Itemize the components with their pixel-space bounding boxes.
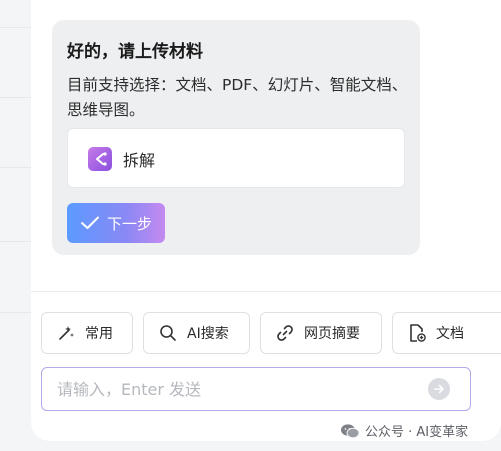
tool-label: AI搜索: [187, 326, 229, 342]
message-description: 目前支持选择：文档、PDF、幻灯片、智能文档、思维导图。: [67, 76, 408, 119]
chat-input[interactable]: [42, 368, 422, 410]
tool-label: 文档: [436, 326, 464, 342]
option-disassemble[interactable]: 拆解: [67, 128, 405, 188]
wechat-icon: [341, 423, 360, 438]
panel-divider: [31, 291, 501, 292]
assistant-message-card: 好的，请上传材料 目前支持选择：文档、PDF、幻灯片、智能文档、思维导图。 拆解…: [52, 20, 420, 255]
tool-common[interactable]: 常用: [41, 312, 133, 354]
document-add-icon: [410, 324, 426, 342]
arrow-right-icon: [434, 384, 444, 394]
magic-wand-icon: [59, 326, 74, 340]
tool-label: 常用: [85, 326, 113, 342]
send-button[interactable]: [428, 378, 450, 400]
watermark: 公众号 · AI变革家: [340, 421, 468, 440]
link-icon: [277, 325, 293, 341]
tool-web-summary[interactable]: 网页摘要: [260, 312, 382, 354]
tool-document[interactable]: 文档: [392, 312, 501, 354]
message-title: 好的，请上传材料: [67, 42, 203, 62]
tool-bar: 常用 AI搜索 网页摘要 文档: [41, 312, 501, 354]
checkmark-icon: [81, 216, 99, 229]
watermark-text: 公众号 · AI变革家: [365, 425, 469, 440]
disassemble-icon: [88, 147, 112, 171]
search-icon: [160, 325, 176, 341]
next-step-button[interactable]: 下一步: [67, 203, 165, 243]
tool-label: 网页摘要: [304, 326, 360, 342]
next-step-label: 下一步: [107, 214, 153, 233]
option-label: 拆解: [123, 151, 156, 170]
chat-input-box: [41, 367, 471, 411]
tool-ai-search[interactable]: AI搜索: [143, 312, 250, 354]
assistant-panel: 好的，请上传材料 目前支持选择：文档、PDF、幻灯片、智能文档、思维导图。 拆解…: [31, 0, 501, 441]
